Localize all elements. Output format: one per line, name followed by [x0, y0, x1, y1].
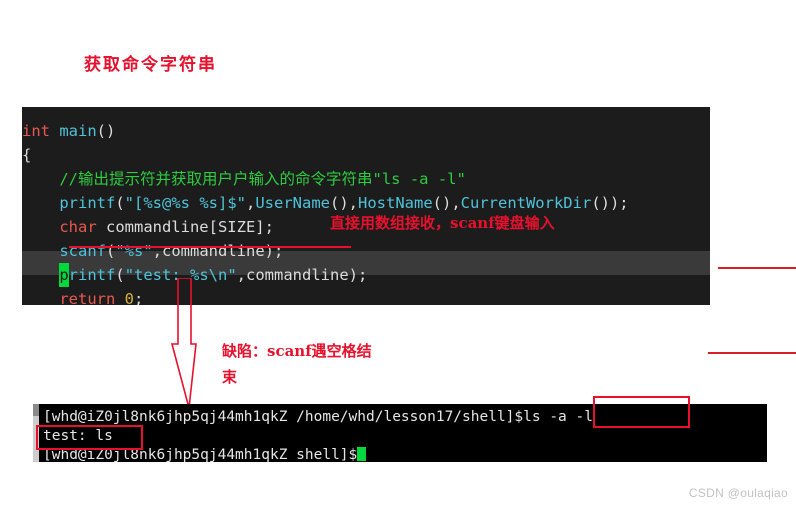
code-line: //输出提示符并获取用户户输入的命令字符串"ls -a -l" — [22, 167, 710, 191]
code-token: main — [59, 122, 97, 140]
code-line: return 0; — [22, 287, 710, 305]
code-line: printf("test: %s\n",commandline); — [22, 263, 710, 287]
scanf-underline-annotation — [69, 246, 351, 248]
annotation-defect-line1: 缺陷：scanf遇空格结 — [222, 342, 372, 360]
code-line: int main() — [22, 119, 710, 143]
code-token: ,commandline); — [152, 242, 284, 260]
down-arrow-annotation — [170, 278, 197, 409]
code-token: ,commandline); — [236, 266, 368, 284]
code-token: ( — [106, 242, 116, 260]
code-line: scanf("%s",commandline); — [22, 239, 710, 263]
code-token: scanf — [59, 242, 106, 260]
highlight-box-output — [36, 425, 143, 450]
code-token: (), — [432, 194, 461, 212]
code-token: commandline[SIZE]; — [96, 218, 274, 236]
code-token: () — [96, 122, 116, 140]
code-token: return — [59, 290, 116, 305]
code-token: CurrentWorkDir — [460, 194, 592, 212]
red-stroke-lower — [708, 352, 796, 354]
code-token: ; — [134, 290, 144, 305]
code-token: ( — [115, 194, 125, 212]
page-root: 获取命令字符串 int main() { //输出提示符并获取用户户输入的命令字符… — [0, 0, 796, 508]
code-token: HostName — [358, 194, 433, 212]
code-token: "[%s@%s %s]$" — [124, 194, 246, 212]
watermark: CSDN @oulaqiao — [688, 486, 788, 500]
terminal-line-command: [whd@iZ0jl8nk6jhp5qj44mh1qkZ /home/whd/l… — [43, 407, 593, 427]
annotation-defect-line2: 束 — [222, 368, 238, 386]
annotation-scanf-input: 直接用数组接收，scanf键盘输入 — [330, 214, 555, 232]
editor-cursor: p — [59, 263, 69, 287]
red-stroke-upper — [718, 267, 796, 269]
code-token: char — [59, 218, 97, 236]
code-token: int — [22, 122, 50, 140]
terminal-cursor — [357, 447, 367, 461]
code-token: //输出提示符并获取用户户输入的命令字符串"ls -a -l" — [59, 170, 466, 188]
terminal-prompt-1: [whd@iZ0jl8nk6jhp5qj44mh1qkZ /home/whd/l… — [43, 409, 524, 425]
code-token: 0 — [124, 290, 135, 305]
code-token: UserName — [255, 194, 330, 212]
code-token: rintf — [68, 266, 116, 284]
code-token: printf — [59, 194, 116, 212]
code-line: { — [22, 143, 710, 167]
code-token: ()); — [591, 194, 629, 212]
code-token: (), — [330, 194, 358, 212]
code-editor[interactable]: int main() { //输出提示符并获取用户户输入的命令字符串"ls -a … — [22, 107, 710, 305]
code-token: ( — [115, 266, 125, 284]
terminal-typed-command: ls -a -l — [523, 409, 593, 425]
code-token: { — [22, 146, 32, 164]
code-token: "%s" — [115, 242, 153, 260]
highlight-box-command — [593, 396, 690, 428]
page-title: 获取命令字符串 — [84, 55, 217, 75]
code-token: , — [246, 194, 256, 212]
annotation-defect: 缺陷：scanf遇空格结 束 — [222, 338, 422, 390]
